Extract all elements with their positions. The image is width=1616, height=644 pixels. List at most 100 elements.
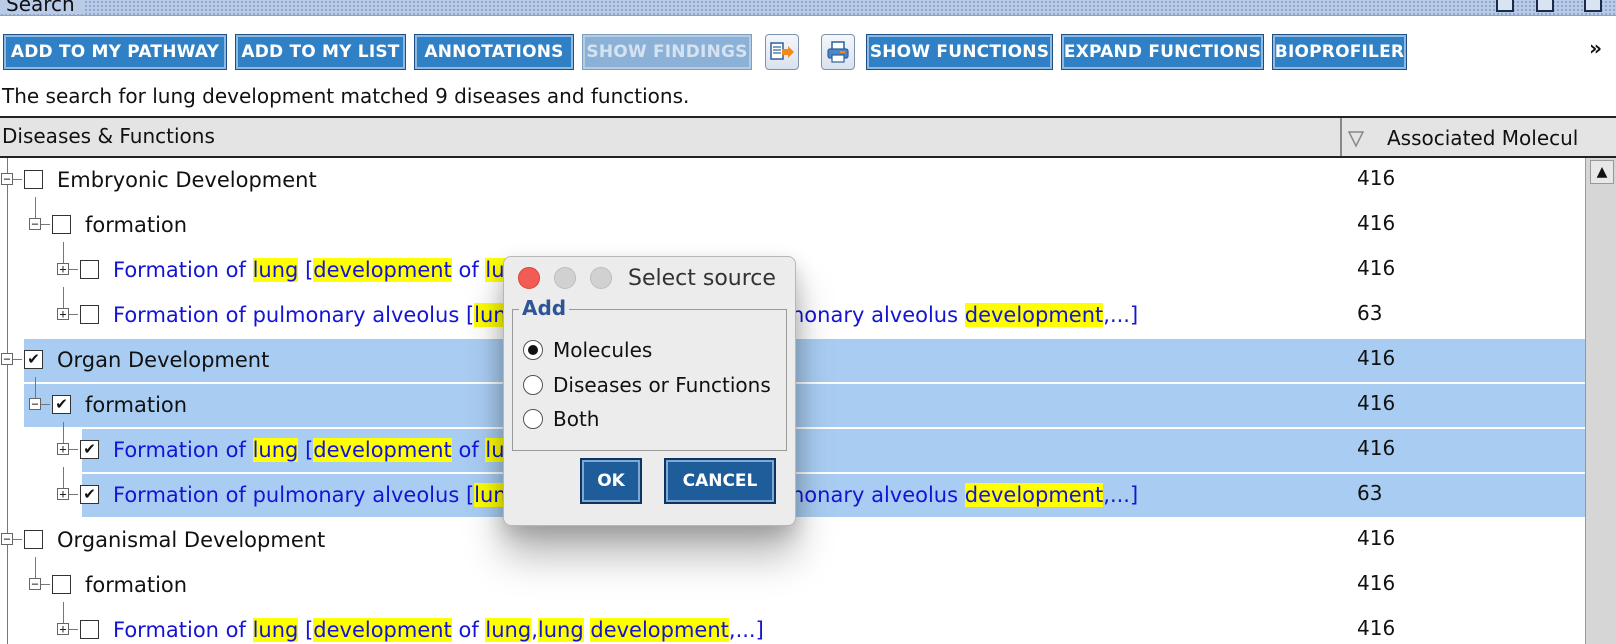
toolbar-overflow-icon[interactable]: » (1589, 36, 1602, 60)
associated-molecules-count: 416 (1357, 391, 1396, 415)
tree-line (63, 467, 64, 489)
bioprofiler-button[interactable]: BIOPROFILER (1272, 34, 1407, 70)
collapse-icon[interactable]: − (1, 353, 13, 365)
collapse-icon[interactable]: − (1, 533, 13, 545)
highlighted-term: lung (252, 258, 299, 282)
highlighted-term: lung (252, 438, 299, 462)
row-checkbox[interactable] (52, 575, 71, 594)
tree-line (35, 557, 36, 579)
sort-desc-icon[interactable] (1348, 128, 1364, 148)
export-icon[interactable] (765, 34, 799, 70)
collapse-icon[interactable]: − (29, 398, 41, 410)
associated-molecules-count: 416 (1357, 526, 1396, 550)
radio-button[interactable] (523, 340, 543, 360)
column-header-diseases-functions[interactable]: Diseases & Functions (2, 124, 215, 148)
function-link-tail[interactable]: nonary alveolus development,...] (791, 483, 1138, 507)
add-to-my-pathway-button[interactable]: ADD TO MY PATHWAY (3, 34, 227, 70)
row-checkbox[interactable]: ✔ (24, 350, 43, 369)
scroll-up-icon[interactable]: ▲ (1590, 160, 1614, 184)
tree-line (13, 359, 22, 360)
radio-molecules[interactable]: Molecules (523, 336, 652, 364)
function-link[interactable]: Formation of pulmonary alveolus [lun (113, 483, 507, 507)
associated-molecules-count: 416 (1357, 211, 1396, 235)
highlighted-term: lun (474, 303, 507, 327)
show-findings-button[interactable]: SHOW FINDINGS (582, 34, 752, 70)
label-fragment: Formation of pulmonary alveolus [ (113, 483, 475, 507)
dialog-title: Select source (628, 266, 776, 291)
collapse-icon[interactable]: − (29, 218, 41, 230)
table-header: Diseases & Functions Associated Molecul (0, 118, 1616, 158)
dialog-minimize-icon (554, 267, 576, 289)
collapse-icon[interactable]: − (29, 578, 41, 590)
function-link[interactable]: Formation of lung [development of lu (113, 438, 505, 462)
ok-button[interactable]: OK (580, 458, 642, 504)
column-divider[interactable] (1340, 118, 1342, 156)
table-row[interactable]: − formation 416 (0, 557, 1585, 608)
add-to-my-list-button[interactable]: ADD TO MY LIST (235, 34, 406, 70)
show-functions-button[interactable]: SHOW FUNCTIONS (866, 34, 1053, 70)
tree-line (63, 422, 64, 444)
tree-line (41, 224, 50, 225)
close-window-icon[interactable] (1584, 0, 1602, 12)
window-title: Search (0, 0, 85, 14)
row-checkbox[interactable] (80, 620, 99, 639)
associated-molecules-count: 416 (1357, 571, 1396, 595)
label-fragment: of (451, 258, 486, 282)
radio-selected-dot (528, 345, 538, 355)
annotations-button[interactable]: ANNOTATIONS (414, 34, 574, 70)
row-checkbox[interactable]: ✔ (80, 485, 99, 504)
expand-icon[interactable]: + (57, 623, 69, 635)
associated-molecules-count: 416 (1357, 616, 1396, 640)
radio-button[interactable] (523, 375, 543, 395)
expand-functions-button[interactable]: EXPAND FUNCTIONS (1061, 34, 1264, 70)
highlighted-term: lun (474, 483, 507, 507)
row-checkbox[interactable]: ✔ (52, 395, 71, 414)
vertical-scrollbar[interactable]: ▲ (1585, 158, 1616, 644)
dialog-close-icon[interactable] (518, 267, 540, 289)
label-fragment: Formation of (113, 258, 253, 282)
radio-diseases-or-functions[interactable]: Diseases or Functions (523, 371, 771, 399)
window-title-bar: Search (0, 0, 1616, 16)
restore-icon[interactable] (1496, 0, 1514, 12)
highlighted-term: lung (252, 618, 299, 642)
radio-label: Diseases or Functions (553, 373, 771, 397)
function-link[interactable]: Formation of lung [development of lu (113, 258, 505, 282)
label-fragment: [ (298, 618, 314, 642)
table-row[interactable]: − formation 416 (0, 197, 1585, 248)
table-row[interactable]: − Embryonic Development 416 (0, 158, 1585, 203)
tree-line (69, 449, 78, 450)
radio-button[interactable] (523, 409, 543, 429)
highlighted-term: lu (485, 258, 505, 282)
expand-icon[interactable]: + (57, 308, 69, 320)
print-icon[interactable] (821, 34, 855, 70)
cancel-button[interactable]: CANCEL (664, 458, 776, 504)
tree-line (35, 197, 36, 219)
expand-icon[interactable]: + (57, 443, 69, 455)
table-row[interactable]: + Formation of lung [development of lung,… (0, 602, 1585, 644)
label-fragment: ,...] (1103, 303, 1139, 327)
expand-icon[interactable]: + (57, 263, 69, 275)
label-fragment: Formation of (113, 438, 253, 462)
label-fragment: nonary alveolus (791, 303, 965, 327)
tree-line (69, 314, 78, 315)
function-link[interactable]: Formation of pulmonary alveolus [lun (113, 303, 507, 327)
expand-icon[interactable]: + (57, 488, 69, 500)
function-link[interactable]: Formation of lung [development of lung,l… (113, 618, 764, 642)
label-fragment: of (451, 618, 486, 642)
add-group-label: Add (519, 296, 570, 320)
category-label: formation (85, 213, 188, 237)
row-checkbox[interactable]: ✔ (80, 440, 99, 459)
row-checkbox[interactable] (80, 305, 99, 324)
maximize-icon[interactable] (1536, 0, 1554, 12)
collapse-icon[interactable]: − (1, 173, 13, 185)
row-checkbox[interactable] (80, 260, 99, 279)
row-checkbox[interactable] (24, 530, 43, 549)
tree-line (63, 602, 64, 624)
radio-both[interactable]: Both (523, 405, 599, 433)
function-link-tail[interactable]: nonary alveolus development,...] (791, 303, 1138, 327)
row-checkbox[interactable] (24, 170, 43, 189)
table-row[interactable]: − Organismal Development 416 (0, 518, 1585, 563)
row-checkbox[interactable] (52, 215, 71, 234)
column-header-associated-molecules[interactable]: Associated Molecul (1387, 126, 1587, 150)
add-group: Add Molecules Diseases or Functions Both (512, 296, 787, 451)
